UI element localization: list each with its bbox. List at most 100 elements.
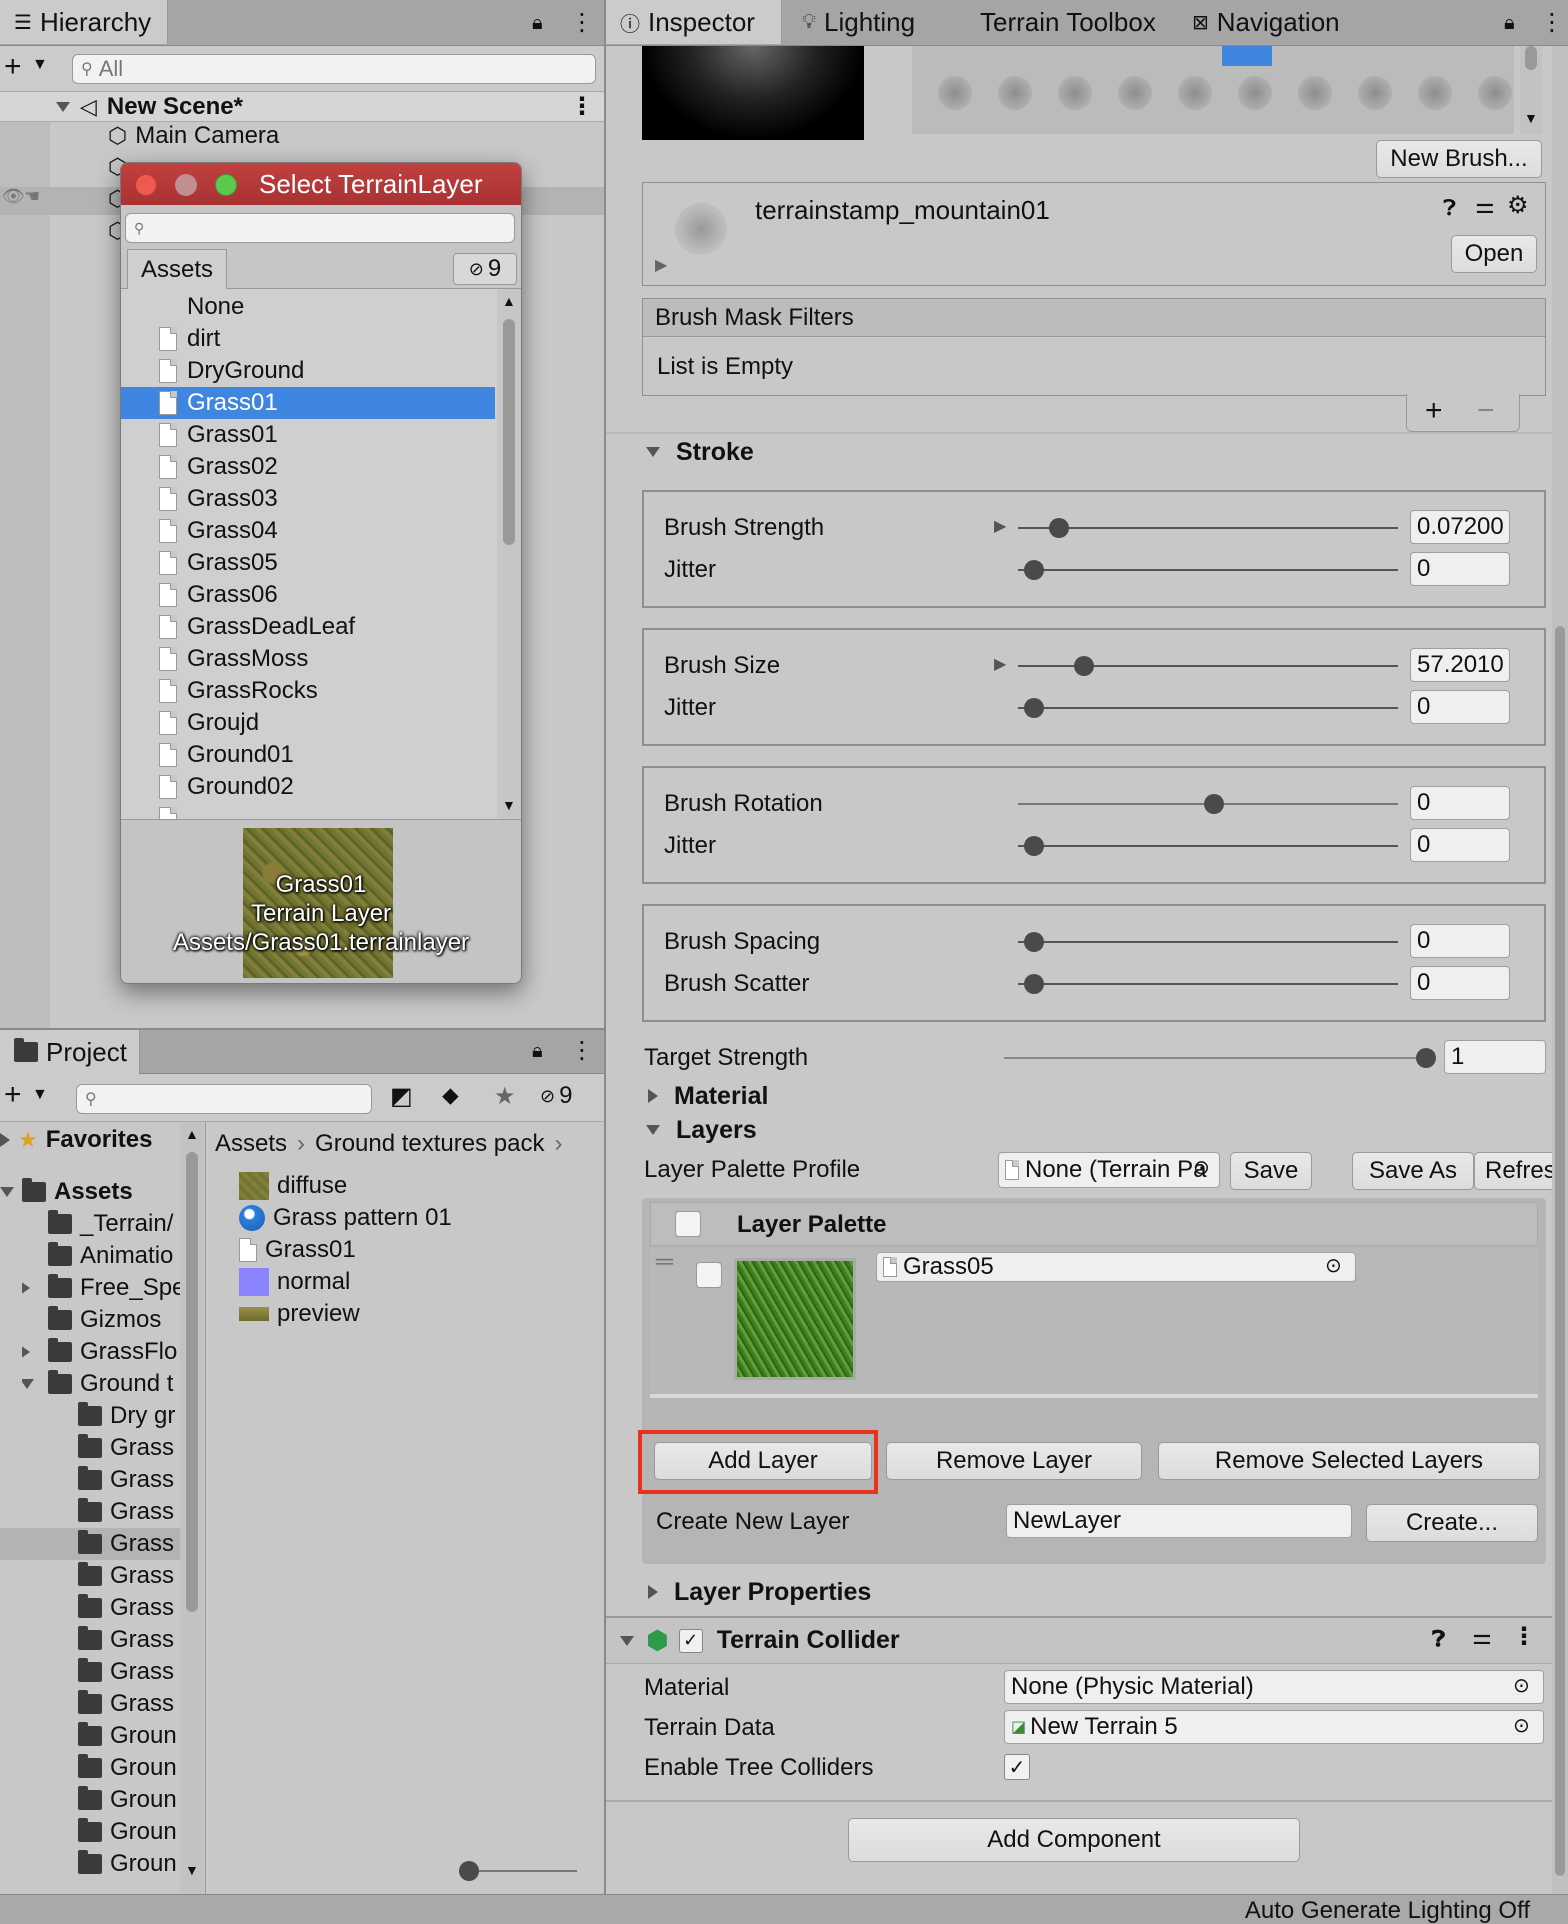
target-strength-track[interactable]	[1004, 1057, 1428, 1059]
drag-handle-icon[interactable]: ═	[656, 1248, 673, 1276]
scrollbar-thumb[interactable]	[186, 1152, 198, 1612]
remove-layer-button[interactable]: Remove Layer	[886, 1442, 1142, 1480]
scrollbar-thumb[interactable]	[1555, 626, 1565, 1876]
slider-track[interactable]	[1018, 527, 1398, 529]
new-layer-name-input[interactable]: NewLayer	[1006, 1504, 1352, 1538]
brush-thumbnail[interactable]	[938, 76, 972, 110]
scroll-down-icon[interactable]: ▼	[1524, 110, 1538, 126]
remove-icon[interactable]: −	[1477, 394, 1495, 428]
lighting-status[interactable]: Auto Generate Lighting Off	[1245, 1897, 1530, 1924]
project-folder-row[interactable]: Ground t	[22, 1368, 180, 1400]
project-subfolder-row[interactable]: Grass	[78, 1624, 180, 1656]
folder-tree-scrollbar[interactable]: ▲ ▼	[180, 1122, 204, 1894]
layer-row[interactable]: ═ Grass05 ⊙	[650, 1248, 1538, 1394]
picker-list-item[interactable]: GrassDeadLeaf	[121, 611, 495, 643]
project-folder-row[interactable]: Gizmos	[22, 1304, 180, 1336]
picker-list-item[interactable]: Grass01	[121, 387, 495, 419]
brush-thumbnail[interactable]	[1418, 76, 1452, 110]
slider-thumb[interactable]	[1024, 698, 1044, 718]
picker-list-item[interactable]: DryGround	[121, 355, 495, 387]
brush-thumbnail[interactable]	[1058, 76, 1092, 110]
picker-search-input[interactable]: ⚲	[125, 213, 515, 243]
picker-scrollbar[interactable]: ▲ ▼	[497, 289, 521, 819]
brush-thumbnail[interactable]	[1178, 76, 1212, 110]
target-strength-field[interactable]: 1	[1444, 1040, 1546, 1074]
tab-hierarchy[interactable]: ☰ Hierarchy	[0, 0, 168, 44]
project-subfolder-row[interactable]: Groun	[78, 1720, 180, 1752]
help-icon[interactable]: ❓︎	[1443, 195, 1456, 221]
add-icon[interactable]: +	[4, 1078, 22, 1112]
terrain-collider-header[interactable]: ⬢ ✓ Terrain Collider ❓︎ ⚌ ⋮	[606, 1618, 1568, 1664]
add-icon[interactable]: +	[1425, 394, 1443, 428]
brush-grid-scrollbar[interactable]: ▼	[1520, 46, 1542, 134]
asset-file-row[interactable]: Grass01	[239, 1234, 356, 1266]
slider-value-field[interactable]: 0	[1410, 828, 1510, 862]
picker-list-item[interactable]: Ground01	[121, 739, 495, 771]
remove-selected-layers-button[interactable]: Remove Selected Layers	[1158, 1442, 1540, 1480]
visibility-eye-icon[interactable]: 👁︎	[2, 186, 25, 207]
inspector-scrollbar[interactable]	[1552, 46, 1568, 1894]
slider-value-field[interactable]: 0	[1410, 552, 1510, 586]
asset-file-row[interactable]: diffuse	[239, 1170, 347, 1202]
picker-list-item[interactable]: Grass02	[121, 451, 495, 483]
add-layer-button[interactable]: Add Layer	[654, 1442, 872, 1480]
scrollbar-thumb[interactable]	[1525, 46, 1537, 70]
picker-list-item[interactable]: GrassMoss	[121, 643, 495, 675]
preset-sliders-icon[interactable]: ⚌	[1475, 193, 1495, 219]
project-subfolder-row[interactable]: Grass	[78, 1432, 180, 1464]
chevron-down-icon[interactable]: ▼	[32, 1086, 48, 1104]
hierarchy-item-main-camera[interactable]: ⬡ Main Camera	[108, 120, 279, 152]
more-menu-icon[interactable]: ⋮	[1512, 1622, 1536, 1651]
lock-icon[interactable]: 🔒︎	[532, 12, 543, 35]
project-subfolder-row[interactable]: Grass	[78, 1656, 180, 1688]
layer-texture-field[interactable]: Grass05 ⊙	[876, 1252, 1356, 1282]
layer-select-checkbox[interactable]	[696, 1262, 722, 1288]
scroll-down-icon[interactable]: ▼	[185, 1862, 199, 1878]
hierarchy-search-input[interactable]: ⚲ All	[72, 54, 596, 84]
scene-row[interactable]: ◁ New Scene* ⋮	[0, 92, 604, 122]
project-subfolder-row[interactable]: Grass	[78, 1560, 180, 1592]
expand-icon[interactable]	[646, 447, 660, 457]
icon-size-slider-track[interactable]	[467, 1870, 577, 1872]
scene-menu-icon[interactable]: ⋮	[570, 92, 594, 121]
project-folder-row[interactable]: GrassFlo	[22, 1336, 180, 1368]
slider-value-field[interactable]: 0	[1410, 966, 1510, 1000]
project-subfolder-row[interactable]: Grass	[78, 1688, 180, 1720]
object-picker-icon[interactable]: ⊙	[1325, 1253, 1342, 1278]
expand-range-icon[interactable]: ▶	[994, 654, 1006, 674]
asset-file-row[interactable]: Grass pattern 01	[239, 1202, 452, 1234]
slider-value-field[interactable]: 0	[1410, 786, 1510, 820]
project-search-input[interactable]: ⚲	[76, 1084, 372, 1114]
expand-icon[interactable]	[56, 101, 70, 112]
tab-lighting[interactable]: 💡︎ Lighting	[788, 0, 929, 44]
foldout-arrow-icon[interactable]: ▶	[655, 255, 667, 275]
picker-list-item[interactable]: Grass04	[121, 515, 495, 547]
brush-thumbnail[interactable]	[1358, 76, 1392, 110]
picker-list-item[interactable]: Grass05	[121, 547, 495, 579]
slider-value-field[interactable]: 0	[1410, 924, 1510, 958]
layer-palette-profile-field[interactable]: None (Terrain Pa ⊙	[998, 1152, 1220, 1188]
more-menu-icon[interactable]: ⋮	[570, 8, 594, 37]
picker-list-item[interactable]: Groujd	[121, 707, 495, 739]
open-button[interactable]: Open	[1451, 235, 1537, 273]
object-picker-icon[interactable]: ⊙	[1513, 1673, 1530, 1698]
slider-track[interactable]	[1018, 983, 1398, 985]
brush-thumbnail[interactable]	[998, 76, 1032, 110]
project-subfolder-row[interactable]: Groun	[78, 1816, 180, 1848]
lock-icon[interactable]: 🔒︎	[1504, 12, 1515, 35]
project-subfolder-row[interactable]: Grass	[78, 1496, 180, 1528]
stroke-foldout[interactable]: Stroke	[606, 430, 1568, 474]
brush-thumbnail[interactable]	[1118, 76, 1152, 110]
asset-file-row[interactable]: preview	[239, 1298, 360, 1330]
enable-collider-checkbox[interactable]: ✓	[678, 1628, 703, 1653]
picker-list-item[interactable]	[121, 803, 495, 819]
slider-thumb[interactable]	[1204, 794, 1224, 814]
expand-icon[interactable]	[22, 1345, 30, 1359]
scrollbar-thumb[interactable]	[503, 319, 515, 545]
project-subfolder-row[interactable]: Grass	[78, 1464, 180, 1496]
terrain-data-field[interactable]: ◪ New Terrain 5 ⊙	[1004, 1710, 1544, 1744]
panel-splitter[interactable]	[0, 1028, 604, 1030]
slider-value-field[interactable]: 0.07200	[1410, 510, 1510, 544]
expand-icon[interactable]	[22, 1379, 34, 1389]
minimize-button[interactable]	[175, 174, 197, 196]
